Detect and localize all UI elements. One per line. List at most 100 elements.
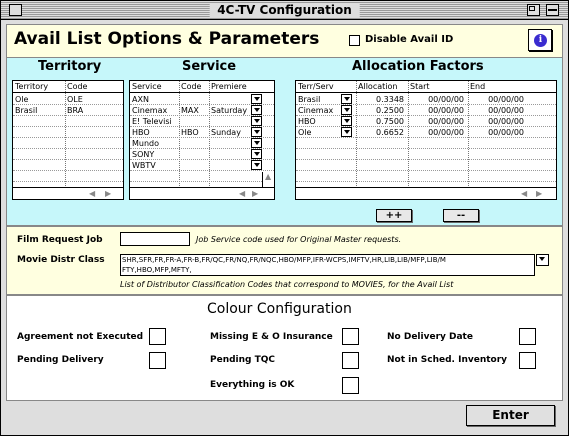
service-cell: WBTV [132, 161, 156, 170]
film-request-label: Film Request Job [17, 235, 103, 245]
column-header[interactable]: End [468, 81, 528, 93]
add-allocation-button[interactable]: ++ [376, 209, 412, 222]
table-row[interactable]: Mundo [130, 138, 274, 149]
terr-serv-cell: Cinemax [298, 106, 334, 115]
scroll-right-icon[interactable]: ▶ [105, 189, 111, 199]
window: 4C-TV Configuration Avail List Options &… [0, 0, 569, 436]
territory-cell: Brasil [15, 106, 38, 115]
everything-ok-label: Everything is OK [210, 380, 295, 390]
scroll-left-icon[interactable]: ◀ [521, 189, 527, 199]
movie-distr-line-2: FTY,HBO,MFP,MFTY, [122, 266, 192, 274]
terr-serv-cell: HBO [298, 117, 316, 126]
scroll-right-icon[interactable]: ▶ [252, 189, 258, 199]
territory-cell: Ole [15, 95, 29, 104]
no-delivery-colour-swatch[interactable] [519, 328, 536, 345]
dropdown-arrow-icon[interactable] [251, 149, 262, 159]
agreement-colour-swatch[interactable] [149, 328, 166, 345]
table-row[interactable]: E! Televisi [130, 116, 274, 127]
dropdown-arrow-icon[interactable] [341, 94, 352, 104]
colour-config-panel: Colour Configuration Agreement not Execu… [6, 295, 563, 401]
remove-allocation-button[interactable]: -- [443, 209, 479, 222]
dropdown-arrow-icon[interactable] [536, 254, 549, 266]
pending-delivery-colour-swatch[interactable] [149, 352, 166, 369]
start-cell: 00/00/00 [428, 128, 464, 137]
dropdown-arrow-icon[interactable] [251, 94, 262, 104]
close-box-icon[interactable] [9, 4, 22, 16]
colour-config-heading: Colour Configuration [207, 301, 352, 317]
movie-distr-input[interactable]: SHR,SFR,FR,FR-A,FR-B,FR/QC,FR/NQ,FR/NQC,… [120, 254, 535, 276]
collapse-box-icon[interactable] [546, 4, 559, 16]
scroll-left-icon[interactable]: ◀ [239, 189, 245, 199]
column-header[interactable]: Terr/Serv [296, 81, 356, 93]
code-cell: MAX [181, 106, 199, 115]
movie-distr-hint: List of Distributor Classification Codes… [120, 280, 454, 289]
table-row[interactable]: AXN [130, 94, 274, 105]
table-row[interactable]: Ole OLE [13, 94, 123, 105]
table-row[interactable]: Cinemax 0.2500 00/00/00 00/00/00 [296, 105, 556, 116]
table-header: Territory Code [13, 81, 123, 93]
missing-eo-colour-swatch[interactable] [342, 328, 359, 345]
column-header[interactable]: Code [179, 81, 209, 93]
table-row[interactable]: Ole 0.6652 00/00/00 00/00/00 [296, 127, 556, 138]
pending-delivery-label: Pending Delivery [17, 355, 104, 365]
service-cell: AXN [132, 95, 149, 104]
dropdown-arrow-icon[interactable] [251, 116, 262, 126]
dropdown-arrow-icon[interactable] [251, 105, 262, 115]
everything-ok-colour-swatch[interactable] [342, 377, 359, 394]
column-header[interactable]: Start [408, 81, 468, 93]
end-cell: 00/00/00 [488, 117, 524, 126]
allocation-cell: 0.2500 [376, 106, 404, 115]
film-request-input[interactable] [120, 232, 190, 246]
dropdown-arrow-icon[interactable] [251, 127, 262, 137]
service-table[interactable]: Service Code Premiere AXN Cinemax MAX Sa… [129, 80, 275, 200]
dropdown-arrow-icon[interactable] [341, 105, 352, 115]
dropdown-arrow-icon[interactable] [251, 138, 262, 148]
info-button[interactable]: i [528, 29, 552, 51]
table-row[interactable]: WBTV [130, 160, 274, 171]
zoom-box-icon[interactable] [527, 4, 540, 16]
service-heading: Service [182, 59, 237, 74]
table-row[interactable]: HBO HBO Sunday [130, 127, 274, 138]
column-header[interactable]: Code [65, 81, 113, 93]
enter-button[interactable]: Enter [466, 405, 555, 426]
table-row [296, 149, 556, 160]
dropdown-arrow-icon[interactable] [341, 116, 352, 126]
allocation-table[interactable]: Terr/Serv Allocation Start End Brasil 0.… [295, 80, 557, 200]
horizontal-scrollbar[interactable]: ◀ ▶ [13, 187, 123, 199]
scroll-left-icon[interactable]: ◀ [89, 189, 95, 199]
horizontal-scrollbar[interactable]: ◀ ▶ [296, 187, 556, 199]
column-header[interactable]: Allocation [356, 81, 408, 93]
dropdown-arrow-icon[interactable] [251, 160, 262, 170]
code-cell: BRA [67, 106, 84, 115]
service-cell: E! Televisi [132, 117, 172, 126]
scroll-right-icon[interactable]: ▶ [536, 189, 542, 199]
table-row[interactable]: SONY [130, 149, 274, 160]
scroll-up-icon[interactable]: ▲ [265, 172, 271, 182]
not-in-sched-colour-swatch[interactable] [519, 352, 536, 369]
film-request-hint: Job Service code used for Original Maste… [196, 235, 402, 244]
distributor-panel: Film Request Job Job Service code used f… [6, 226, 563, 295]
table-row [130, 171, 274, 182]
column-header[interactable]: Service [130, 81, 179, 93]
allocation-cell: 0.3348 [376, 95, 404, 104]
table-row[interactable]: Brasil BRA [13, 105, 123, 116]
movie-distr-line-1: SHR,SFR,FR,FR-A,FR-B,FR/QC,FR/NQ,FR/NQC,… [122, 256, 446, 264]
service-cell: Cinemax [132, 106, 168, 115]
territory-table[interactable]: Territory Code Ole OLE Brasil BRA ◀ ▶ [12, 80, 124, 200]
table-header: Service Code Premiere [130, 81, 274, 93]
pending-tqc-colour-swatch[interactable] [342, 352, 359, 369]
table-row[interactable]: HBO 0.7500 00/00/00 00/00/00 [296, 116, 556, 127]
table-row[interactable]: Cinemax MAX Saturday [130, 105, 274, 116]
horizontal-scrollbar[interactable]: ◀ ▶ [130, 187, 274, 199]
agreement-not-executed-label: Agreement not Executed [17, 332, 144, 342]
allocation-cell: 0.6652 [376, 128, 404, 137]
title-bar[interactable]: 4C-TV Configuration [1, 1, 568, 20]
column-header[interactable]: Premiere [209, 81, 263, 93]
table-row[interactable]: Brasil 0.3348 00/00/00 00/00/00 [296, 94, 556, 105]
no-delivery-date-label: No Delivery Date [387, 332, 473, 342]
disable-avail-id-checkbox[interactable] [349, 35, 360, 46]
column-header[interactable]: Territory [13, 81, 65, 93]
end-cell: 00/00/00 [488, 95, 524, 104]
vertical-scrollbar[interactable]: ▲ [262, 172, 274, 187]
dropdown-arrow-icon[interactable] [341, 127, 352, 137]
